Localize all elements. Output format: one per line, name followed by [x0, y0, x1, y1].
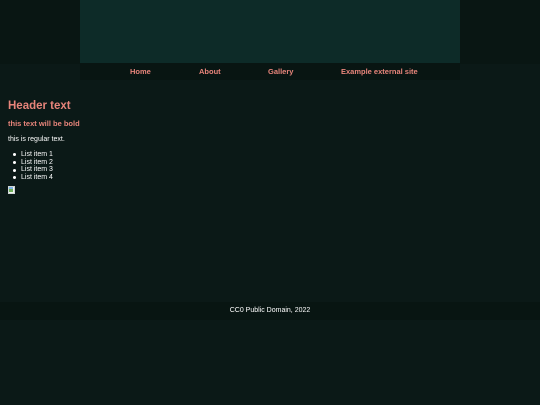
- nav-link-gallery[interactable]: Gallery: [268, 67, 293, 76]
- header-banner: [80, 0, 460, 63]
- list-item: List item 2: [13, 159, 532, 167]
- list-item: List item 1: [13, 151, 532, 159]
- regular-text: this is regular text.: [8, 136, 65, 143]
- list-item: List item 4: [13, 174, 532, 182]
- main-content: Header text this text will be bold this …: [8, 97, 532, 194]
- footer-text: CC0 Public Domain, 2022: [229, 307, 311, 314]
- footer: CC0 Public Domain, 2022: [0, 302, 540, 320]
- page-header: Header text: [8, 100, 71, 112]
- nav-link-about[interactable]: About: [199, 67, 221, 76]
- nav-link-external-site[interactable]: Example external site: [341, 67, 418, 76]
- nav-link-home[interactable]: Home: [130, 67, 151, 76]
- list-item: List item 3: [13, 166, 532, 174]
- bold-text: this text will be bold: [8, 119, 80, 128]
- broken-image-icon: [8, 185, 15, 194]
- bullet-list: List item 1 List item 2 List item 3 List…: [8, 151, 532, 182]
